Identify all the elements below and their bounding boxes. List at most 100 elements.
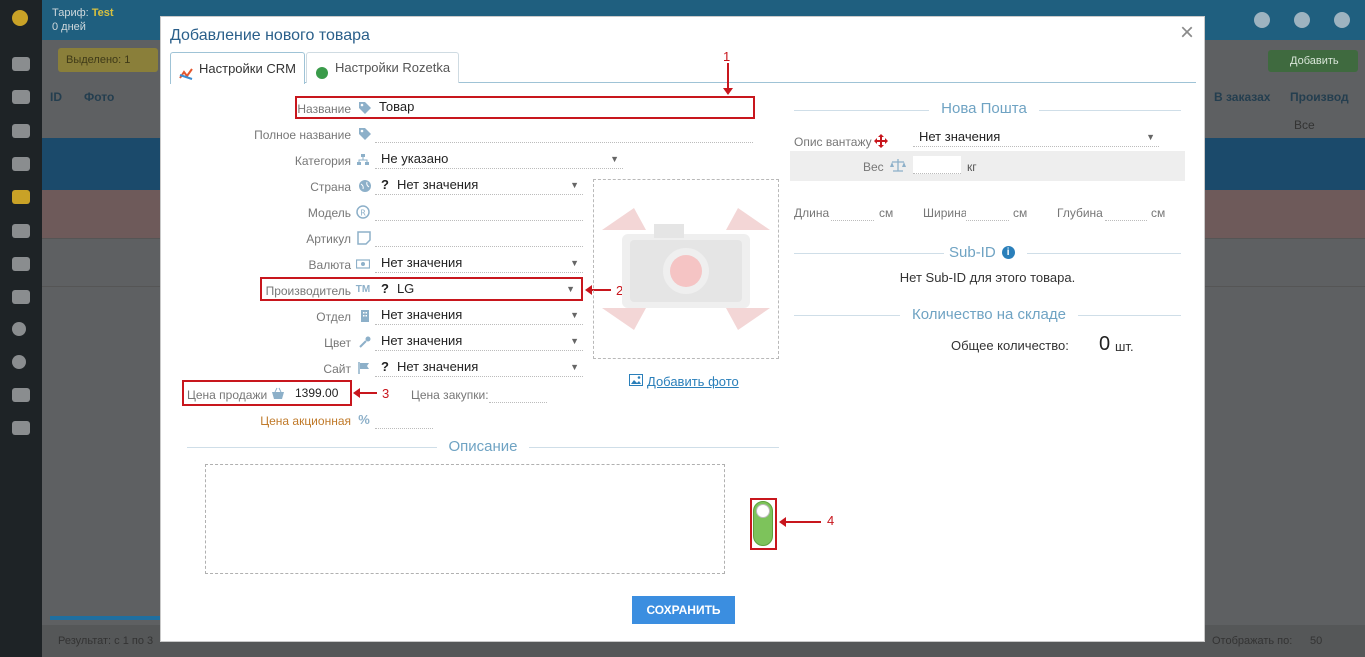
filter-all[interactable]: Все <box>1294 118 1315 132</box>
eye-icon[interactable] <box>12 388 30 402</box>
length-label: Длина <box>794 206 830 220</box>
scale-icon <box>890 158 906 172</box>
divider <box>1027 253 1181 254</box>
divider <box>187 447 437 448</box>
depth-input[interactable] <box>1105 203 1147 221</box>
registered-icon: R <box>356 205 370 219</box>
cargo-select[interactable]: Нет значения ▼ <box>913 127 1159 147</box>
divider <box>794 315 900 316</box>
add-product-modal: Добавление нового товара × Настройки CRM… <box>160 16 1205 642</box>
name-input[interactable]: Товар <box>373 97 751 117</box>
col-photo-header[interactable]: Фото <box>84 90 114 104</box>
stock-title: Количество на складе <box>912 306 1066 323</box>
megaphone-icon[interactable] <box>12 257 30 271</box>
percent-icon: % <box>358 412 370 427</box>
sub-id-message: Нет Sub-ID для этого товара. <box>899 270 1076 285</box>
country-label: Страна <box>310 180 351 194</box>
settings-icon[interactable] <box>1334 12 1350 28</box>
sale-price-label: Цена продажи <box>187 388 268 402</box>
info-icon[interactable] <box>12 355 26 369</box>
promo-price-input[interactable] <box>375 409 433 429</box>
sub-id-title: Sub-ID i <box>949 244 1021 261</box>
divider <box>1078 315 1181 316</box>
tab-crm-settings[interactable]: Настройки CRM <box>170 52 305 84</box>
purchase-price-input[interactable] <box>489 383 547 403</box>
user-icon[interactable] <box>1254 12 1270 28</box>
width-input[interactable] <box>966 203 1009 221</box>
stock-total-label: Общее количество: <box>951 338 1069 353</box>
chevron-down-icon: ▼ <box>1146 132 1155 142</box>
video-icon[interactable] <box>12 421 30 435</box>
site-select[interactable]: ? Нет значения ▼ <box>375 357 583 377</box>
photo-dropzone[interactable] <box>593 179 779 359</box>
color-label: Цвет <box>324 336 351 350</box>
col-id-header[interactable]: ID <box>50 90 62 104</box>
toggle-knob <box>756 504 770 518</box>
sticky-note-icon <box>357 231 371 245</box>
tag-icon <box>358 101 372 115</box>
cargo-label: Опис вантажу <box>794 135 872 149</box>
nova-poshta-title: Нова Пошта <box>941 100 1027 117</box>
flag-icon <box>357 361 371 375</box>
category-select[interactable]: Не указано ▼ <box>375 149 623 169</box>
divider <box>794 110 929 111</box>
gear-icon[interactable] <box>12 322 26 336</box>
svg-text:R: R <box>360 209 366 218</box>
sale-price-input[interactable]: 1399.00 <box>289 383 347 403</box>
trademark-icon: TM <box>355 284 371 295</box>
weight-input[interactable] <box>913 156 961 174</box>
description-editor[interactable] <box>205 464 725 574</box>
col-orders-header[interactable]: В заказах <box>1214 90 1270 104</box>
monitor-icon[interactable] <box>12 57 30 71</box>
add-product-button[interactable]: Добавить <box>1268 50 1358 72</box>
shirt-icon[interactable] <box>12 124 30 138</box>
manufacturer-select[interactable]: ? LG ▼ <box>375 279 579 299</box>
name-label: Название <box>297 102 351 116</box>
add-photo-link[interactable]: Добавить фото <box>629 374 739 389</box>
bell-icon[interactable] <box>1294 12 1310 28</box>
currency-select[interactable]: Нет значения ▼ <box>375 253 583 273</box>
modal-tabs: Настройки CRM Настройки Rozetka <box>170 52 1196 84</box>
chevron-down-icon: ▼ <box>610 154 619 164</box>
eyedropper-icon <box>358 335 372 349</box>
weight-label: Вес <box>863 160 884 174</box>
tab-rozetka-settings[interactable]: Настройки Rozetka <box>306 52 460 83</box>
divider <box>529 447 779 448</box>
per-page-select[interactable]: 50 <box>1310 625 1322 657</box>
length-input[interactable] <box>831 203 874 221</box>
tariff-info: Тариф: Test 0 дней <box>52 7 114 33</box>
model-label: Модель <box>307 206 351 220</box>
divider <box>1039 110 1181 111</box>
app-sidebar <box>0 0 42 657</box>
country-select[interactable]: ? Нет значения ▼ <box>375 175 583 195</box>
depth-label: Глубина <box>1057 206 1103 220</box>
chevron-down-icon: ▼ <box>570 310 579 320</box>
money-icon <box>355 257 371 271</box>
chevron-down-icon: ▼ <box>570 336 579 346</box>
contacts-icon[interactable] <box>12 90 30 104</box>
fullname-input[interactable] <box>375 123 753 143</box>
department-select[interactable]: Нет значения ▼ <box>375 305 583 325</box>
annotation-number-4: 4 <box>827 513 835 528</box>
crm-logo-icon <box>179 62 193 80</box>
save-button[interactable]: СОХРАНИТЬ <box>632 596 735 624</box>
truck-icon[interactable] <box>12 224 30 238</box>
color-select[interactable]: Нет значения ▼ <box>375 331 583 351</box>
close-button[interactable]: × <box>1180 21 1194 45</box>
info-icon[interactable]: i <box>1001 246 1015 259</box>
calendar-icon[interactable] <box>12 157 30 171</box>
arrows-move-icon <box>874 134 888 148</box>
stock-unit: шт. <box>1115 339 1134 354</box>
chart-icon[interactable] <box>12 290 30 304</box>
col-manufacturer-header[interactable]: Производ <box>1290 90 1349 104</box>
editor-toggle[interactable] <box>753 501 773 546</box>
divider <box>794 253 944 254</box>
inbox-icon[interactable] <box>12 190 30 204</box>
model-input[interactable] <box>375 201 583 221</box>
building-icon <box>358 309 372 323</box>
highlighted-button[interactable]: Выделено: 1 <box>58 48 158 72</box>
article-label: Артикул <box>306 232 351 246</box>
fullname-label: Полное название <box>254 128 351 142</box>
width-label: Ширина <box>923 206 968 220</box>
article-input[interactable] <box>375 227 583 247</box>
